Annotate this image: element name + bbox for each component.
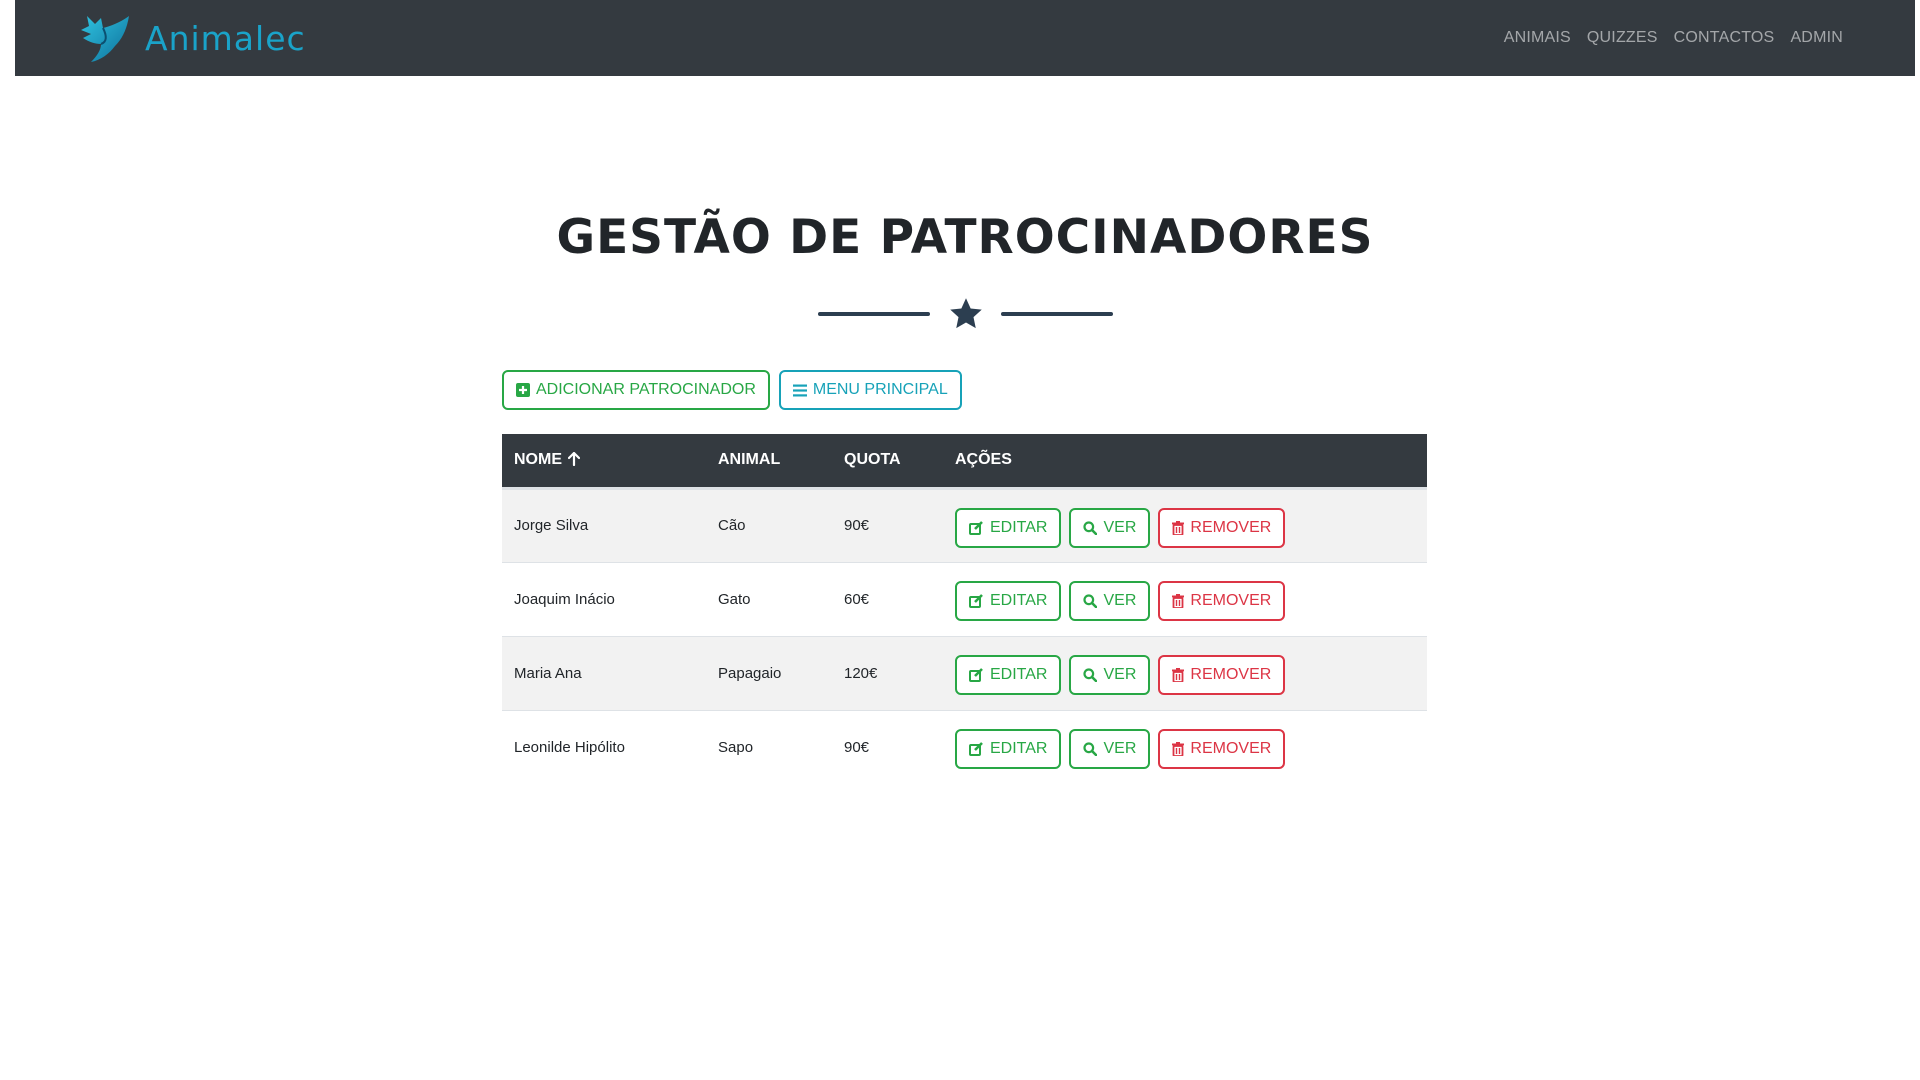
column-header-animal: ANIMAL (718, 451, 781, 469)
cell-quota: 60€ (844, 590, 870, 608)
cell-animal: Gato (718, 590, 751, 608)
plus-square-icon (516, 383, 530, 397)
column-header-actions: AÇÕES (955, 451, 1012, 469)
cell-actions: EDITAR VER REMOVER (943, 562, 1427, 636)
table-row: Leonilde Hipólito Sapo 90€ EDITAR VER RE… (502, 710, 1427, 784)
cell-name: Maria Ana (514, 664, 582, 682)
nav-link-admin[interactable]: ADMIN (1790, 29, 1843, 47)
row-actions: EDITAR VER REMOVER (955, 725, 1415, 770)
remove-button[interactable]: REMOVER (1158, 729, 1286, 770)
arrow-up-icon (568, 452, 581, 467)
row-actions: EDITAR VER REMOVER (955, 504, 1415, 548)
table-row: Joaquim Inácio Gato 60€ EDITAR VER REMOV… (502, 562, 1427, 636)
view-label: VER (1103, 666, 1137, 683)
search-icon (1083, 520, 1098, 535)
add-sponsor-button[interactable]: ADICIONAR PATROCINADOR (502, 370, 770, 410)
remove-label: REMOVER (1190, 518, 1272, 536)
remove-label: REMOVER (1190, 666, 1272, 683)
view-button[interactable]: VER (1069, 507, 1151, 548)
edit-icon (969, 742, 983, 757)
toolbar: ADICIONAR PATROCINADOR MENU PRINCIPAL (502, 370, 962, 410)
edit-label: EDITAR (990, 740, 1048, 758)
table-header: NOME ANIMAL QUOTA AÇÕES (502, 434, 1427, 488)
trash-icon (1172, 594, 1185, 608)
remove-button[interactable]: REMOVER (1158, 655, 1286, 695)
search-icon (1083, 594, 1098, 608)
view-label: VER (1103, 592, 1137, 609)
column-header-name-label: NOME (514, 451, 562, 469)
remove-button[interactable]: REMOVER (1158, 507, 1286, 548)
view-button[interactable]: VER (1069, 581, 1151, 621)
edit-button[interactable]: EDITAR (955, 729, 1062, 770)
edit-label: EDITAR (990, 518, 1048, 536)
main-menu-button[interactable]: MENU PRINCIPAL (778, 370, 962, 410)
cell-name: Jorge Silva (514, 517, 589, 534)
animalec-logo-icon (81, 16, 129, 62)
trash-icon (1172, 668, 1185, 682)
divider-line-left (818, 312, 930, 316)
cell-name: Leonilde Hipólito (514, 738, 625, 756)
star-icon (949, 298, 982, 329)
cell-quota: 90€ (844, 517, 870, 534)
edit-button[interactable]: EDITAR (955, 655, 1062, 695)
edit-button[interactable]: EDITAR (955, 581, 1062, 621)
edit-icon (969, 520, 983, 535)
view-button[interactable]: VER (1069, 655, 1151, 695)
search-icon (1083, 668, 1098, 682)
add-sponsor-label: ADICIONAR PATROCINADOR (536, 381, 756, 398)
cell-actions: EDITAR VER REMOVER (943, 636, 1427, 710)
cell-actions: EDITAR VER REMOVER (943, 488, 1427, 562)
table-row: Maria Ana Papagaio 120€ EDITAR VER REMOV… (502, 636, 1427, 710)
edit-icon (969, 594, 983, 608)
navbar: Animalec ANIMAIS QUIZZES CONTACTOS ADMIN (15, 0, 1915, 76)
row-actions: EDITAR VER REMOVER (955, 577, 1415, 621)
view-button[interactable]: VER (1069, 729, 1151, 770)
cell-actions: EDITAR VER REMOVER (943, 710, 1427, 784)
row-actions: EDITAR VER REMOVER (955, 651, 1415, 695)
view-label: VER (1103, 518, 1137, 536)
brand-link[interactable]: Animalec (77, 12, 306, 64)
brand-name: Animalec (145, 18, 306, 58)
nav-link-contactos[interactable]: CONTACTOS (1674, 29, 1775, 47)
nav-link-quizzes[interactable]: QUIZZES (1587, 29, 1658, 47)
table-row: Jorge Silva Cão 90€ EDITAR VER REMOVER (502, 488, 1427, 562)
page-title: GESTÃO DE PATROCINADORES (556, 210, 1374, 265)
column-header-name[interactable]: NOME (502, 434, 706, 488)
bars-icon (792, 384, 807, 396)
divider-line-right (1001, 312, 1113, 316)
title-divider (818, 296, 1113, 332)
remove-button[interactable]: REMOVER (1158, 581, 1286, 621)
view-label: VER (1103, 740, 1137, 758)
nav-menu: ANIMAIS QUIZZES CONTACTOS ADMIN (1504, 29, 1843, 47)
sponsors-table: NOME ANIMAL QUOTA AÇÕES Jorge Silva Cão … (502, 434, 1427, 784)
column-header-quota: QUOTA (844, 451, 901, 469)
cell-quota: 90€ (844, 738, 870, 756)
table-header-row: NOME ANIMAL QUOTA AÇÕES (502, 434, 1427, 488)
main-menu-label: MENU PRINCIPAL (812, 381, 948, 398)
edit-label: EDITAR (990, 666, 1048, 683)
trash-icon (1172, 520, 1185, 535)
edit-label: EDITAR (990, 592, 1048, 609)
nav-link-animais[interactable]: ANIMAIS (1504, 29, 1571, 47)
edit-button[interactable]: EDITAR (955, 507, 1062, 548)
table-body: Jorge Silva Cão 90€ EDITAR VER REMOVER J… (502, 488, 1427, 784)
cell-animal: Sapo (718, 738, 754, 756)
edit-icon (969, 668, 983, 682)
trash-icon (1172, 742, 1185, 757)
cell-animal: Papagaio (718, 664, 782, 682)
search-icon (1083, 742, 1098, 757)
cell-quota: 120€ (844, 664, 878, 682)
remove-label: REMOVER (1190, 592, 1272, 609)
remove-label: REMOVER (1190, 740, 1272, 758)
cell-animal: Cão (718, 517, 746, 534)
cell-name: Joaquim Inácio (514, 590, 615, 608)
